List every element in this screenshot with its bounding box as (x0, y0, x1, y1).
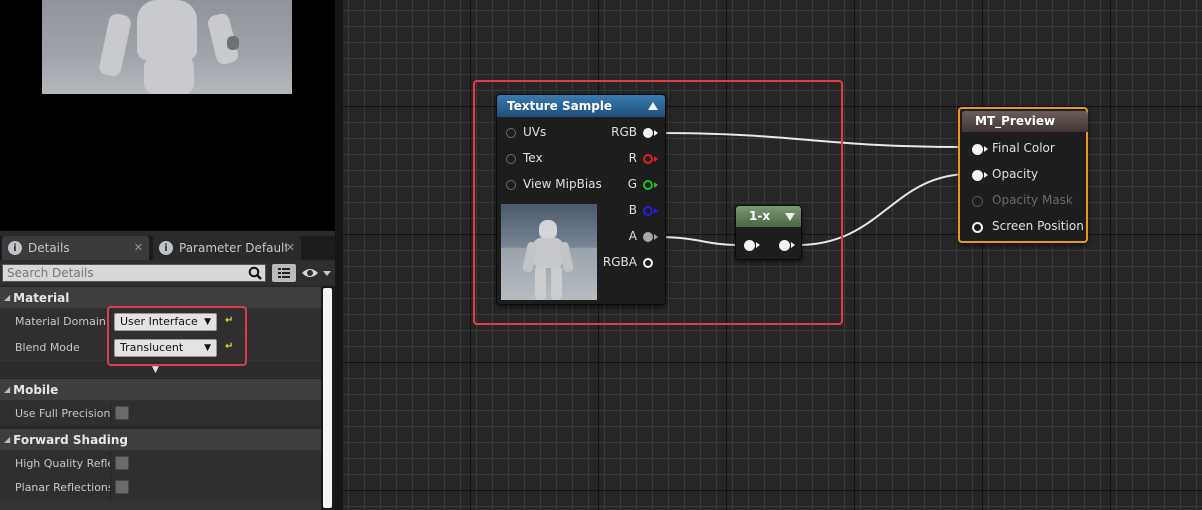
visibility-filter-button[interactable] (300, 264, 334, 282)
use-full-precision-checkbox[interactable] (115, 406, 129, 420)
pin-arrow (984, 172, 988, 178)
screen-position-label: Screen Position (992, 219, 1084, 233)
search-input[interactable] (2, 264, 266, 282)
material-graph-canvas[interactable]: Texture Sample UVs Tex View MipBias RGB … (342, 0, 1202, 510)
column-divider[interactable] (110, 401, 111, 426)
close-icon[interactable]: ✕ (286, 241, 295, 254)
material-result-title[interactable]: MT_Preview (962, 111, 1088, 132)
eye-icon (302, 269, 331, 277)
grid-icon (278, 268, 290, 278)
final-color-label: Final Color (992, 141, 1055, 155)
category-mobile[interactable]: ◢ Mobile (0, 378, 321, 400)
expand-advanced-icon[interactable]: ▼ (152, 365, 159, 375)
column-divider[interactable] (110, 475, 111, 500)
high-quality-reflections-label: High Quality Reflec (15, 457, 110, 470)
material-result-node[interactable]: MT_Preview Final Color Opacity Opacity M… (958, 107, 1088, 243)
property-use-full-precision: Use Full Precision (0, 401, 321, 426)
material-preview-viewport[interactable] (0, 0, 335, 231)
highlight-material-settings (107, 306, 247, 366)
highlight-texture-nodes (473, 80, 843, 325)
final-color-input-pin[interactable] (972, 144, 983, 155)
tab-parameter-defaults[interactable]: i Parameter Defaults ✕ (153, 236, 301, 260)
scrollbar-thumb[interactable] (323, 288, 332, 508)
close-icon[interactable]: ✕ (134, 241, 143, 254)
info-icon: i (8, 241, 22, 255)
opacity-label: Opacity (992, 167, 1039, 181)
use-full-precision-label: Use Full Precision (15, 407, 110, 420)
opacity-mask-input-pin[interactable] (972, 196, 983, 207)
category-forward-shading[interactable]: ◢ Forward Shading (0, 428, 321, 450)
collapse-arrow-icon: ◢ (4, 293, 11, 302)
category-material[interactable]: ◢ Material (0, 286, 321, 308)
property-planar-reflections: Planar Reflections (0, 475, 321, 500)
material-domain-label: Material Domain (15, 315, 106, 328)
preview-image (42, 0, 292, 94)
search-icon[interactable] (248, 266, 262, 280)
category-material-label: Material (13, 290, 70, 305)
opacity-input-pin[interactable] (972, 170, 983, 181)
column-divider[interactable] (110, 451, 111, 476)
info-icon: i (159, 241, 173, 255)
pin-arrow (984, 146, 988, 152)
tab-parameter-defaults-label: Parameter Defaults (179, 241, 287, 255)
property-high-quality-reflections: High Quality Reflec (0, 451, 321, 476)
category-mobile-label: Mobile (13, 382, 59, 397)
tab-details-label: Details (28, 241, 70, 255)
panel-tab-bar: i Details ✕ i Parameter Defaults ✕ (0, 236, 342, 260)
opacity-mask-label: Opacity Mask (992, 193, 1073, 207)
high-quality-reflections-checkbox[interactable] (115, 456, 129, 470)
details-panel: i Details ✕ i Parameter Defaults ✕ Searc… (0, 0, 342, 510)
screen-position-input-pin[interactable] (972, 222, 983, 233)
material-result-title-label: MT_Preview (975, 114, 1056, 128)
search-row (0, 261, 342, 285)
collapse-arrow-icon: ◢ (4, 385, 11, 394)
view-options-button[interactable] (272, 264, 296, 282)
blend-mode-label: Blend Mode (15, 341, 80, 354)
category-forward-shading-label: Forward Shading (13, 432, 129, 447)
planar-reflections-checkbox[interactable] (115, 480, 129, 494)
planar-reflections-label: Planar Reflections (15, 481, 110, 494)
collapse-arrow-icon: ◢ (4, 435, 11, 444)
panel-splitter[interactable] (335, 0, 342, 510)
details-scrollbar[interactable] (321, 286, 335, 510)
tab-details[interactable]: i Details ✕ (2, 236, 149, 260)
